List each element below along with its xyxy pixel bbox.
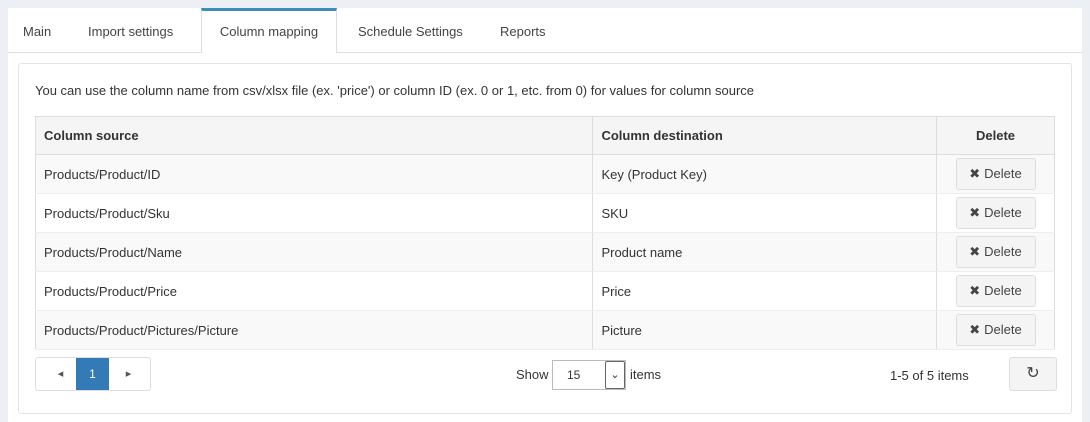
times-icon: ✖ <box>969 205 981 220</box>
delete-label: Delete <box>984 322 1022 337</box>
cell-delete: ✖ Delete <box>936 232 1055 272</box>
times-icon: ✖ <box>969 283 981 298</box>
delete-button[interactable]: ✖ Delete <box>955 158 1036 190</box>
cell-source[interactable]: Products/Product/Pictures/Picture <box>35 310 594 350</box>
page-size-value: 15 <box>567 368 581 382</box>
cell-source[interactable]: Products/Product/Sku <box>35 193 594 233</box>
refresh-icon: ↻ <box>1026 365 1040 382</box>
cell-destination[interactable]: Product name <box>592 232 938 272</box>
pager: ◂ 1 ▸ <box>35 357 151 391</box>
mapping-table: Column source Column destination Delete … <box>35 116 1055 350</box>
delete-button[interactable]: ✖ Delete <box>955 236 1036 268</box>
table-row[interactable]: Products/Product/Pictures/Picture Pictur… <box>35 310 1055 350</box>
header-delete: Delete <box>936 116 1055 155</box>
cell-destination[interactable]: Price <box>592 271 938 311</box>
header-column-source[interactable]: Column source <box>35 116 594 155</box>
items-label: items <box>630 367 662 382</box>
prev-page-button[interactable]: ◂ <box>44 358 77 390</box>
header-column-destination[interactable]: Column destination <box>592 116 938 155</box>
delete-button[interactable]: ✖ Delete <box>955 314 1036 346</box>
cell-source[interactable]: Products/Product/Name <box>35 232 594 272</box>
tab-schedule-settings[interactable]: Schedule Settings <box>358 8 463 52</box>
cell-destination[interactable]: Key (Product Key) <box>592 154 938 194</box>
tab-main[interactable]: Main <box>23 8 51 52</box>
cell-delete: ✖ Delete <box>936 271 1055 311</box>
show-label: Show <box>516 367 549 382</box>
times-icon: ✖ <box>969 166 981 181</box>
table-row[interactable]: Products/Product/Price Price ✖ Delete <box>35 271 1055 311</box>
table-row[interactable]: Products/Product/Name Product name ✖ Dele… <box>35 232 1055 272</box>
table-row[interactable]: Products/Product/Sku SKU ✖ Delete <box>35 193 1055 233</box>
cell-delete: ✖ Delete <box>936 154 1055 194</box>
mapping-box: You can use the column name from csv/xls… <box>18 63 1072 414</box>
help-note: You can use the column name from csv/xls… <box>35 83 755 98</box>
table-row[interactable]: Products/Product/ID Key (Product Key) ✖ D… <box>35 154 1055 194</box>
tab-bar: Main Import settings Column mapping Sche… <box>8 8 1082 56</box>
tab-import-settings[interactable]: Import settings <box>88 8 173 52</box>
items-count: 1-5 of 5 items <box>890 368 969 383</box>
cell-delete: ✖ Delete <box>936 310 1055 350</box>
delete-label: Delete <box>984 166 1022 181</box>
delete-button[interactable]: ✖ Delete <box>955 197 1036 229</box>
times-icon: ✖ <box>969 322 981 337</box>
delete-button[interactable]: ✖ Delete <box>955 275 1036 307</box>
tab-reports[interactable]: Reports <box>500 8 546 52</box>
tab-column-mapping[interactable]: Column mapping <box>201 8 337 56</box>
times-icon: ✖ <box>969 244 981 259</box>
tab-panel: You can use the column name from csv/xls… <box>8 53 1082 422</box>
cell-delete: ✖ Delete <box>936 193 1055 233</box>
delete-label: Delete <box>984 244 1022 259</box>
next-page-button[interactable]: ▸ <box>112 358 145 390</box>
delete-label: Delete <box>984 205 1022 220</box>
page-size-select[interactable]: 15 ⌄ <box>552 360 626 390</box>
cell-source[interactable]: Products/Product/Price <box>35 271 594 311</box>
table-header-row: Column source Column destination Delete <box>35 116 1055 155</box>
chevron-down-icon[interactable]: ⌄ <box>605 361 625 389</box>
delete-label: Delete <box>984 283 1022 298</box>
refresh-button[interactable]: ↻ <box>1009 357 1057 391</box>
page-1-button[interactable]: 1 <box>76 358 109 390</box>
cell-destination[interactable]: SKU <box>592 193 938 233</box>
cell-destination[interactable]: Picture <box>592 310 938 350</box>
cell-source[interactable]: Products/Product/ID <box>35 154 594 194</box>
